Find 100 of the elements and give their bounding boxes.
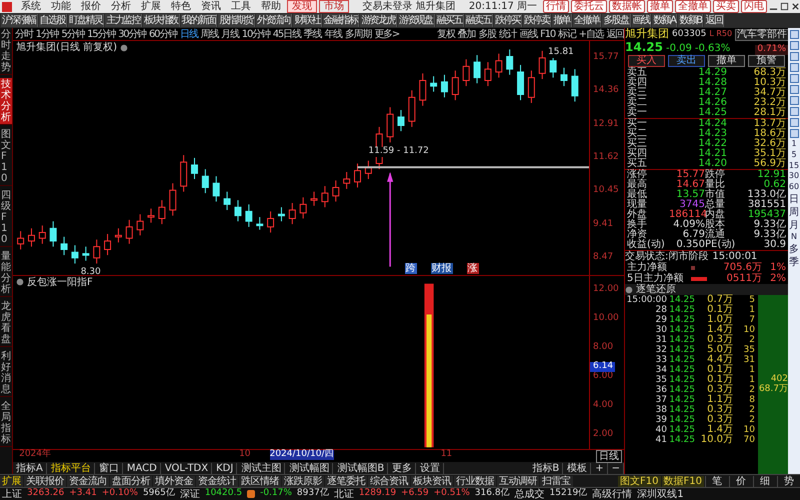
trade-button[interactable]: 买入 bbox=[628, 55, 665, 67]
toolbar-button[interactable]: 多股盘 bbox=[602, 14, 631, 27]
chart-tool-button[interactable]: 标记 bbox=[558, 28, 576, 40]
side-tab[interactable]: 分时走势 bbox=[0, 28, 12, 75]
period-tab[interactable]: 30分钟 bbox=[118, 28, 146, 40]
sector-badge[interactable]: 汽车零部件 bbox=[735, 28, 790, 40]
toolbar-square-icon[interactable] bbox=[790, 52, 798, 61]
period-tab[interactable]: 60分钟 bbox=[149, 28, 177, 40]
side-tab[interactable]: 全局指标 bbox=[0, 400, 12, 447]
toolbar-square-icon[interactable] bbox=[790, 74, 798, 83]
trade-button[interactable]: 撤单 bbox=[708, 55, 745, 67]
side-tab[interactable]: 技术分析 bbox=[0, 78, 12, 125]
extension-tab[interactable]: 板块资讯 bbox=[411, 476, 453, 486]
period-tab[interactable]: 15分钟 bbox=[87, 28, 116, 40]
f10-button[interactable]: 数据F10 bbox=[662, 476, 704, 486]
menu-item[interactable]: 特色 bbox=[167, 1, 195, 12]
chart-tool-button[interactable]: 多股 bbox=[478, 28, 496, 40]
period-tab[interactable]: 日线 bbox=[180, 28, 198, 40]
period-shortcut[interactable]: 1 bbox=[791, 140, 797, 149]
toolbar-button[interactable]: 全撤单 bbox=[573, 14, 602, 27]
quick-button[interactable]: 数据帐 bbox=[609, 0, 645, 13]
extension-tab[interactable]: 行业数据 bbox=[454, 476, 496, 486]
period-tab[interactable]: 5分钟 bbox=[61, 28, 84, 40]
extension-tab[interactable]: 填外资金 bbox=[153, 476, 195, 486]
period-tab[interactable]: 分时 bbox=[15, 28, 33, 40]
menu-item[interactable]: 分析 bbox=[107, 1, 135, 12]
extension-tab[interactable]: 逐笔委托 bbox=[325, 476, 367, 486]
toolbar-button[interactable]: 外资流向 bbox=[256, 14, 292, 27]
period-tab[interactable]: 更多> bbox=[374, 28, 400, 40]
toolbar-button[interactable]: 融买五 bbox=[436, 14, 464, 27]
side-tab[interactable]: 图文F10 bbox=[0, 128, 12, 186]
extension-tab[interactable]: 跌区情绪 bbox=[239, 476, 281, 486]
toolbar-button[interactable]: 金融指标 bbox=[322, 14, 360, 27]
period-tab[interactable]: 10分钟 bbox=[242, 28, 270, 40]
period-tab[interactable]: 多周期 bbox=[344, 28, 372, 40]
toolbar-button[interactable]: 板块指数 bbox=[143, 14, 180, 27]
extension-tab[interactable]: 互动调研 bbox=[497, 476, 539, 486]
event-marker[interactable]: 财报 bbox=[430, 262, 453, 274]
extension-tab[interactable]: 涨跌原影 bbox=[282, 476, 324, 486]
menu-item[interactable]: 帮助 bbox=[257, 1, 285, 12]
toolbar-button[interactable]: 跌停卖 bbox=[523, 14, 552, 27]
extension-tab[interactable]: 关联报价 bbox=[24, 476, 66, 486]
side-tab[interactable]: 利好消息 bbox=[0, 350, 12, 397]
extension-tab[interactable]: 综合资讯 bbox=[368, 476, 410, 486]
period-tab[interactable]: 周线 bbox=[200, 28, 218, 40]
trade-button[interactable]: 预警 bbox=[748, 55, 785, 67]
chart-tool-button[interactable]: 统计 bbox=[498, 28, 516, 40]
toolbar-button[interactable]: 盯盘精灵 bbox=[68, 14, 104, 27]
toolbar-button[interactable]: 股指期货 bbox=[218, 14, 255, 27]
toolbar-button[interactable]: 我的新面 bbox=[180, 14, 218, 27]
chart-tool-button[interactable]: 叠加 bbox=[458, 28, 476, 40]
quick-button[interactable]: 闪电 bbox=[741, 0, 767, 13]
period-shortcut[interactable]: 5 bbox=[791, 150, 797, 160]
toolbar-square-icon[interactable] bbox=[790, 129, 798, 138]
extension-tab[interactable]: 资金流向 bbox=[67, 476, 109, 486]
event-marker[interactable]: 涨 bbox=[466, 262, 479, 274]
quick-button[interactable]: 行情 bbox=[543, 0, 569, 13]
side-tab[interactable]: 四级F10 bbox=[0, 189, 12, 247]
toolbar-button[interactable]: 跌停买 bbox=[494, 14, 522, 27]
extension-tab[interactable]: 扫雷宝 bbox=[540, 476, 572, 486]
menu-item[interactable]: 工具 bbox=[227, 1, 255, 12]
period-tab[interactable]: 年线 bbox=[324, 28, 342, 40]
toolbar-square-icon[interactable] bbox=[790, 30, 798, 39]
side-tab[interactable]: 量能分析 bbox=[0, 250, 12, 297]
chart-tool-button[interactable]: 画线 bbox=[520, 28, 538, 40]
period-shortcut[interactable]: 30 bbox=[788, 172, 800, 182]
quick-button[interactable]: 撤单 bbox=[647, 0, 673, 13]
market-tab[interactable]: 发现 bbox=[287, 0, 317, 13]
toolbar-square-icon[interactable] bbox=[790, 41, 798, 50]
toolbar-square-icon[interactable] bbox=[790, 85, 798, 94]
quick-button[interactable]: 全撤单 bbox=[675, 0, 711, 13]
extension-tab[interactable]: 资金统计 bbox=[196, 476, 238, 486]
trade-button[interactable]: 卖出 bbox=[668, 55, 705, 67]
toolbar-button[interactable]: 数额A bbox=[652, 14, 678, 27]
period-tab[interactable]: 45日线 bbox=[272, 28, 301, 40]
period-tab[interactable]: 1分钟 bbox=[36, 28, 58, 40]
toolbar-button[interactable]: 游资龙虎 bbox=[360, 14, 397, 27]
event-marker[interactable]: 跨 bbox=[404, 262, 417, 274]
period-shortcut[interactable]: 月 bbox=[789, 220, 799, 231]
toolbar-button[interactable]: 自选股 bbox=[38, 14, 67, 27]
period-tab[interactable]: 季线 bbox=[304, 28, 322, 40]
menu-item[interactable]: 报价 bbox=[77, 1, 105, 12]
market-tab[interactable]: 市场 bbox=[319, 0, 349, 13]
toolbar-button[interactable]: 沪深涨幅 bbox=[1, 14, 38, 27]
toolbar-square-icon[interactable] bbox=[790, 63, 798, 72]
toolbar-button[interactable]: 融卖五 bbox=[464, 14, 493, 27]
menu-item[interactable]: 扩展 bbox=[137, 1, 165, 12]
quick-button[interactable]: 委托云 bbox=[571, 0, 607, 13]
toolbar-square-icon[interactable] bbox=[790, 107, 798, 116]
side-tab[interactable]: 龙虎看盘 bbox=[0, 300, 12, 347]
chart-tool-button[interactable]: 返回 bbox=[606, 28, 624, 40]
period-shortcut[interactable]: 15 bbox=[788, 162, 800, 170]
period-shortcut[interactable]: 季 bbox=[789, 256, 799, 268]
period-shortcut[interactable]: N bbox=[791, 232, 797, 242]
toolbar-button[interactable]: 画线 bbox=[632, 14, 652, 27]
maximize-icon[interactable] bbox=[780, 2, 789, 11]
menu-item[interactable]: 功能 bbox=[47, 1, 75, 12]
quick-button[interactable]: 买卖 bbox=[713, 0, 739, 13]
period-shortcut[interactable]: 日 bbox=[789, 194, 799, 205]
menu-item[interactable]: 资讯 bbox=[197, 1, 225, 12]
